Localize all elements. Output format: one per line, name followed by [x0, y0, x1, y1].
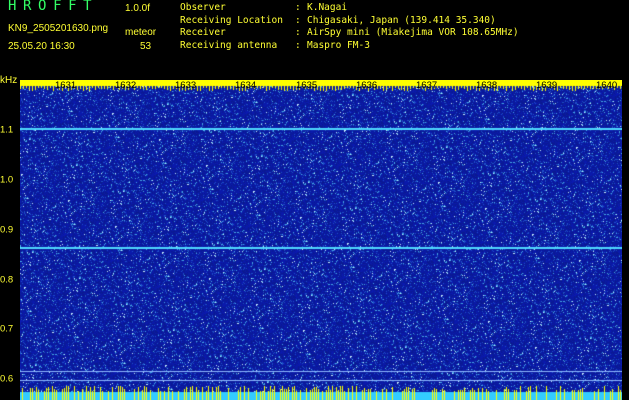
- header-panel: HROFFT 1.0.0f KN9_2505201630.png 25.05.2…: [0, 0, 629, 80]
- info-key: Receiving antenna: [180, 39, 278, 51]
- time-tick-label: 1631: [55, 80, 77, 91]
- waterfall-canvas[interactable]: [20, 80, 622, 400]
- y-tick-label: 0.7: [0, 323, 14, 335]
- datetime-label: 25.05.20 16:30: [8, 41, 75, 52]
- y-tick-label: 1.1: [0, 124, 14, 136]
- y-tick-label: 0.6: [0, 373, 14, 385]
- y-tick-label: 0.8: [0, 274, 14, 286]
- right-margin: [622, 80, 629, 400]
- version-label: 1.0.0f: [125, 3, 151, 14]
- info-value: AirSpy mini (Miakejima VOR 108.65MHz): [307, 27, 519, 39]
- meteor-count: 53: [140, 41, 152, 52]
- info-value: Chigasaki, Japan (139.414 35.340): [307, 14, 496, 26]
- app-title: HROFFT: [8, 0, 99, 14]
- time-tick-label: 1640: [596, 80, 618, 91]
- time-tick-label: 1637: [416, 80, 438, 91]
- time-tick-label: 1632: [115, 80, 137, 91]
- y-axis: 1.1 1.0 0.9 0.8 0.7 0.6: [0, 80, 20, 400]
- time-tick-label: 1636: [356, 80, 378, 91]
- info-colon: :: [295, 27, 301, 39]
- info-value: K.Nagai: [307, 2, 348, 13]
- time-tick-label: 1638: [476, 80, 498, 91]
- info-key: Receiving Location: [180, 14, 283, 26]
- y-tick-label: 1.0: [0, 174, 14, 186]
- waterfall-spectrogram[interactable]: [20, 80, 622, 400]
- info-key: Receiver: [180, 27, 226, 39]
- filename-label: KN9_2505201630.png: [8, 23, 109, 34]
- info-colon: :: [295, 2, 301, 13]
- time-axis: 1631 1632 1633 1634 1635 1636 1637 1638 …: [20, 80, 622, 94]
- info-colon: :: [295, 39, 301, 51]
- time-tick-label: 1639: [536, 80, 558, 91]
- info-value: Maspro FM-3: [307, 39, 370, 51]
- info-key: Observer: [180, 2, 226, 13]
- time-tick-label: 1633: [175, 80, 197, 91]
- y-tick-label: 0.9: [0, 224, 14, 236]
- time-tick-label: 1634: [235, 80, 257, 91]
- meteor-label: meteor: [125, 27, 157, 38]
- info-colon: :: [295, 14, 301, 26]
- time-tick-label: 1635: [296, 80, 318, 91]
